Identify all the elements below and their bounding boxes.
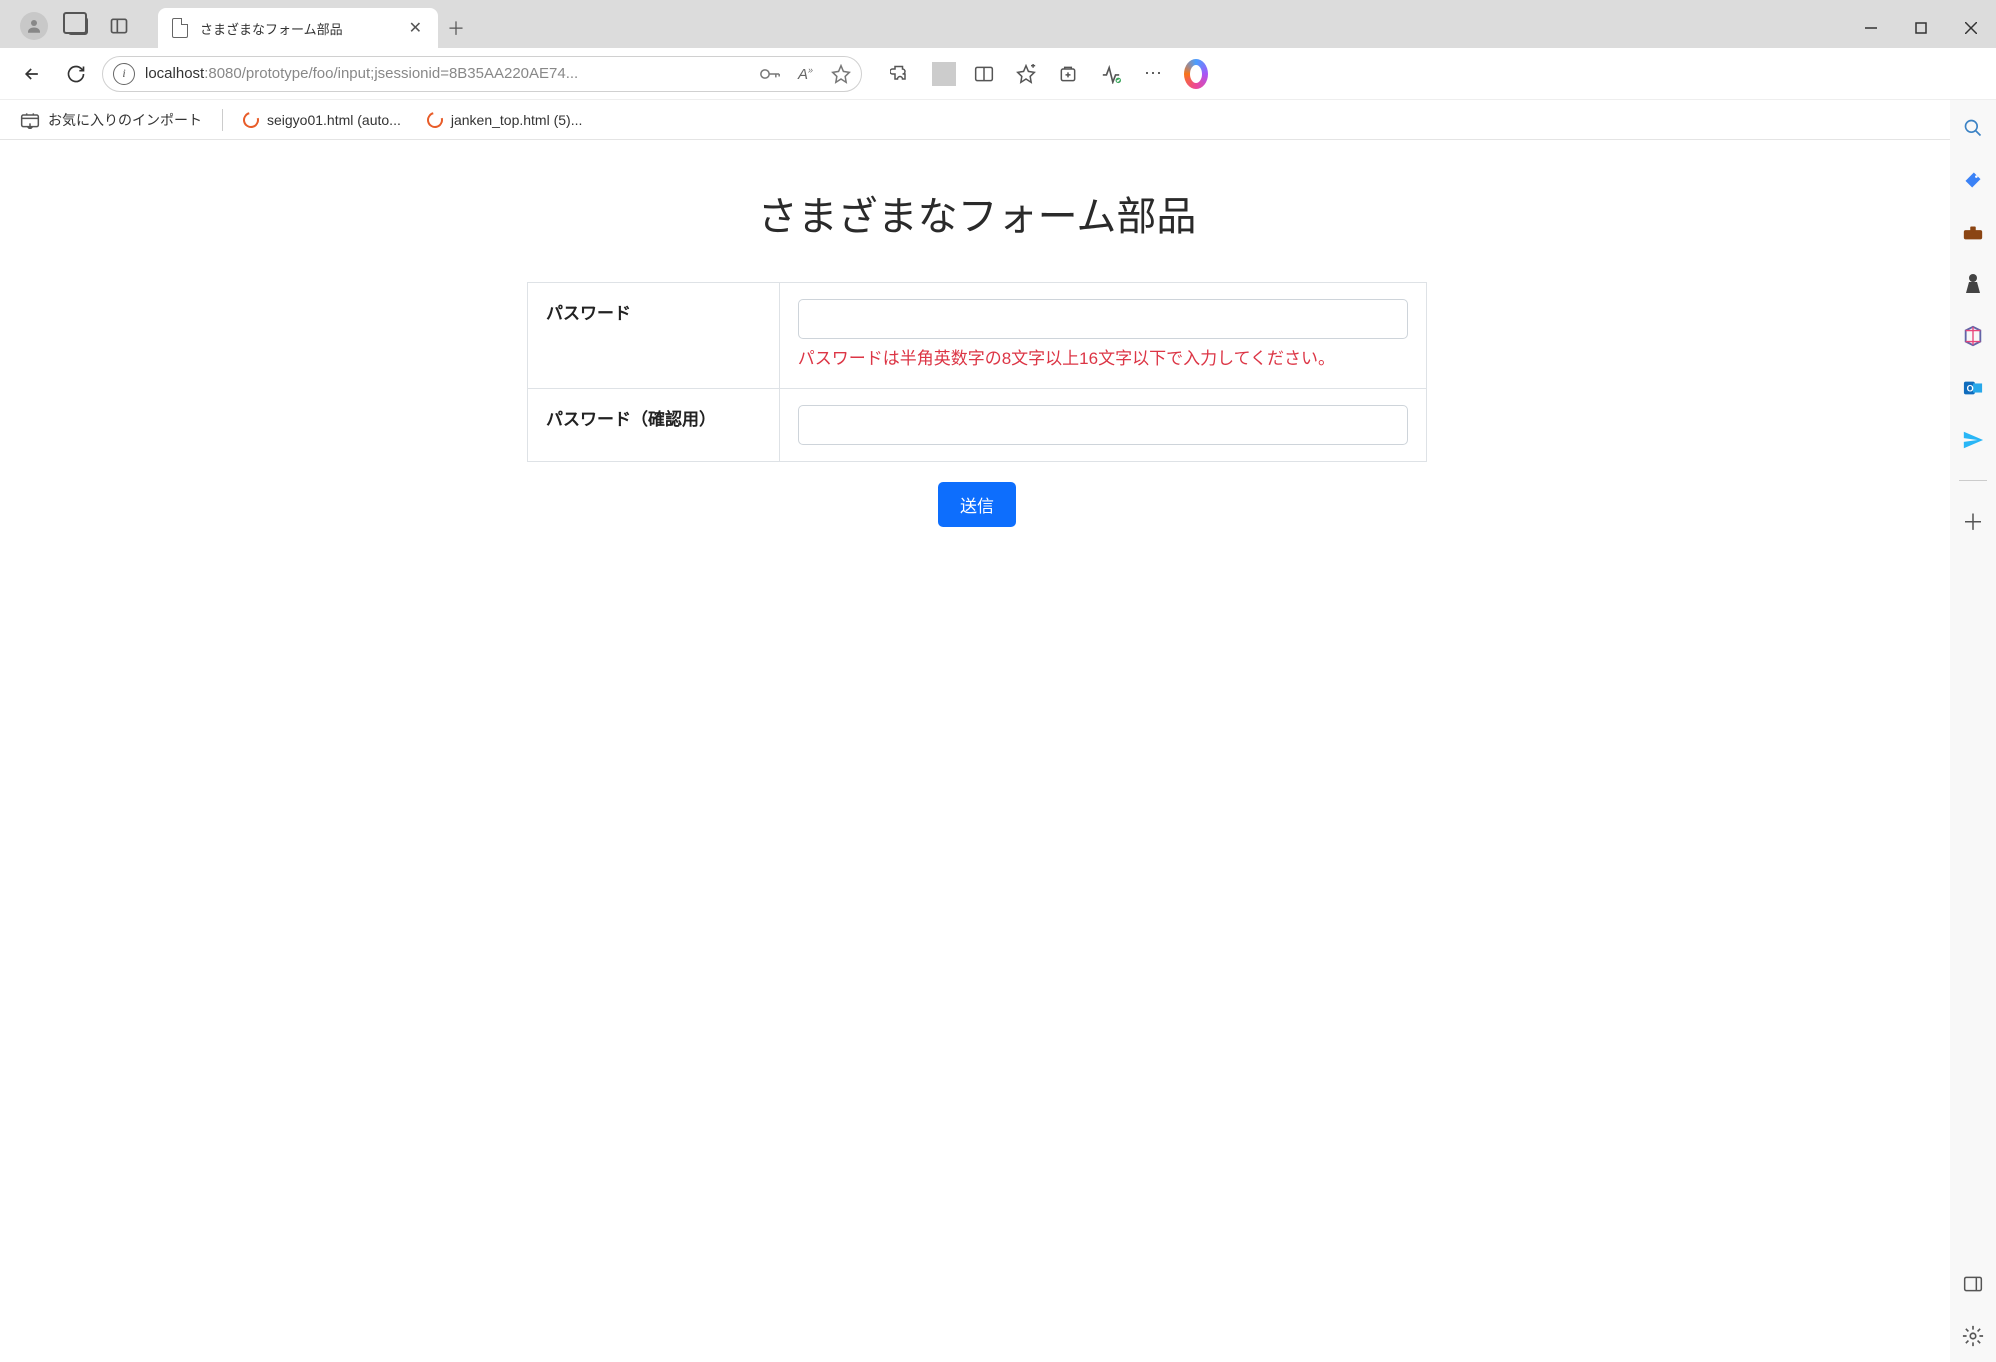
outlook-icon[interactable]: O	[1961, 376, 1985, 400]
bookmark-item-0[interactable]: seigyo01.html (auto...	[237, 108, 407, 132]
favorite-star-icon[interactable]	[831, 64, 851, 84]
url-path: :8080/prototype/foo/input;jsessionid=8B3…	[204, 65, 578, 82]
add-sidebar-icon[interactable]: ＋	[1961, 509, 1985, 533]
table-row: パスワード（確認用）	[528, 389, 1427, 462]
games-icon[interactable]	[1961, 272, 1985, 296]
sidebar-divider	[1959, 480, 1987, 481]
password-confirm-cell	[779, 389, 1426, 462]
toolbar-icons: ⋯	[890, 59, 1208, 89]
edge-sidebar: O ＋	[1950, 100, 1996, 1362]
search-icon[interactable]	[1961, 116, 1985, 140]
tab-actions-icon[interactable]	[108, 16, 130, 36]
read-aloud-icon[interactable]: A»	[798, 65, 813, 83]
favorites-icon[interactable]	[1016, 64, 1040, 84]
password-confirm-label: パスワード（確認用）	[528, 389, 780, 462]
password-icon[interactable]	[760, 67, 780, 81]
new-tab-button[interactable]: ＋	[438, 8, 474, 48]
copilot-icon[interactable]	[1184, 59, 1208, 89]
page-viewport: さまざまなフォーム部品 パスワード パスワードは半角英数字の8文字以上16文字以…	[6, 144, 1948, 1352]
send-icon[interactable]	[1961, 428, 1985, 452]
password-error-message: パスワードは半角英数字の8文字以上16文字以下で入力してください。	[798, 345, 1408, 372]
toolbar: i localhost:8080/prototype/foo/input;jse…	[0, 48, 1996, 100]
profile-icon[interactable]	[20, 12, 48, 40]
bookmark-bar: お気に入りのインポート seigyo01.html (auto... janke…	[0, 100, 1996, 140]
refresh-button[interactable]	[58, 56, 94, 92]
tools-icon[interactable]	[1961, 220, 1985, 244]
shopping-icon[interactable]	[1961, 168, 1985, 192]
back-button[interactable]	[14, 56, 50, 92]
browser-tab[interactable]: さまざまなフォーム部品 ✕	[158, 8, 438, 48]
import-favorites-label: お気に入りのインポート	[48, 110, 202, 130]
password-confirm-input[interactable]	[798, 405, 1408, 445]
password-label: パスワード	[528, 283, 780, 389]
bookmark-label: janken_top.html (5)...	[451, 112, 583, 128]
settings-gear-icon[interactable]	[1961, 1324, 1985, 1348]
toolbar-divider	[932, 62, 956, 86]
form-table: パスワード パスワードは半角英数字の8文字以上16文字以下で入力してください。 …	[527, 282, 1427, 462]
table-row: パスワード パスワードは半角英数字の8文字以上16文字以下で入力してください。	[528, 283, 1427, 389]
more-menu-icon[interactable]: ⋯	[1142, 63, 1166, 84]
bookmark-favicon-icon	[240, 109, 262, 131]
close-window-button[interactable]	[1946, 8, 1996, 48]
sidebar-panel-icon[interactable]	[1961, 1272, 1985, 1296]
maximize-button[interactable]	[1896, 8, 1946, 48]
titlebar-left-controls	[10, 4, 140, 48]
minimize-button[interactable]	[1846, 8, 1896, 48]
extensions-icon[interactable]	[890, 64, 914, 84]
page-content: さまざまなフォーム部品 パスワード パスワードは半角英数字の8文字以上16文字以…	[517, 184, 1437, 527]
performance-icon[interactable]	[1100, 64, 1124, 84]
split-screen-icon[interactable]	[974, 65, 998, 83]
site-info-icon[interactable]: i	[113, 63, 135, 85]
svg-text:O: O	[1967, 384, 1974, 394]
bookmark-item-1[interactable]: janken_top.html (5)...	[421, 108, 589, 132]
page-title: さまざまなフォーム部品	[527, 184, 1427, 242]
titlebar: さまざまなフォーム部品 ✕ ＋	[0, 0, 1996, 48]
url-text: localhost:8080/prototype/foo/input;jsess…	[145, 65, 750, 82]
url-host: localhost	[145, 65, 204, 82]
address-bar[interactable]: i localhost:8080/prototype/foo/input;jse…	[102, 56, 862, 92]
collections-icon[interactable]	[1058, 64, 1082, 84]
workspaces-icon[interactable]	[68, 17, 88, 35]
submit-button[interactable]: 送信	[938, 482, 1016, 527]
password-cell: パスワードは半角英数字の8文字以上16文字以下で入力してください。	[779, 283, 1426, 389]
close-tab-icon[interactable]: ✕	[405, 18, 426, 38]
import-favorites-button[interactable]: お気に入りのインポート	[14, 106, 208, 134]
tab-title: さまざまなフォーム部品	[200, 19, 393, 38]
address-bar-actions: A»	[760, 64, 851, 84]
page-favicon-icon	[172, 18, 188, 38]
bookmark-divider	[222, 109, 223, 131]
bookmark-favicon-icon	[424, 109, 446, 131]
submit-wrap: 送信	[527, 482, 1427, 527]
m365-icon[interactable]	[1961, 324, 1985, 348]
bookmark-label: seigyo01.html (auto...	[267, 112, 401, 128]
password-input[interactable]	[798, 299, 1408, 339]
window-controls	[1846, 8, 1996, 48]
